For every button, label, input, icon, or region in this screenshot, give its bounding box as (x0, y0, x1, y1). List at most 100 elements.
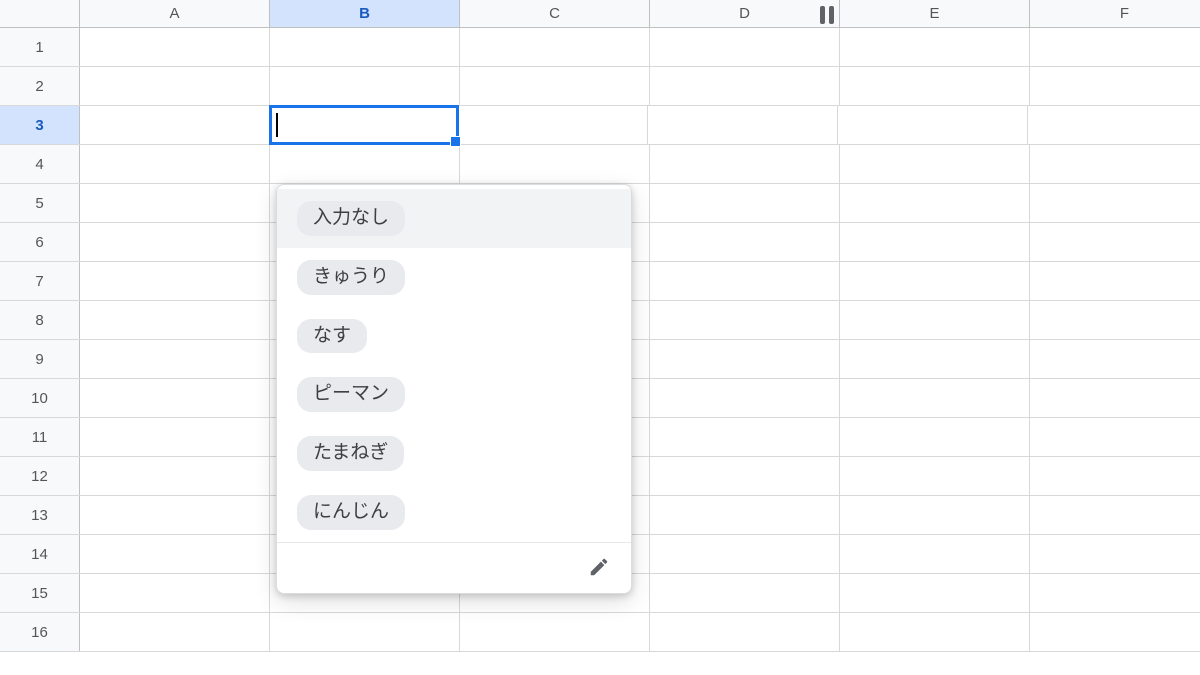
cell-E8[interactable] (840, 301, 1030, 339)
row-header[interactable]: 6 (0, 223, 80, 261)
cell-E3[interactable] (838, 106, 1028, 144)
col-header-C[interactable]: C (460, 0, 650, 27)
cell-D3[interactable] (648, 106, 838, 144)
col-header-F[interactable]: F (1030, 0, 1200, 27)
cell-D7[interactable] (650, 262, 840, 300)
cell-A5[interactable] (80, 184, 270, 222)
cell-A14[interactable] (80, 535, 270, 573)
cell-A13[interactable] (80, 496, 270, 534)
cell-D12[interactable] (650, 457, 840, 495)
row-header[interactable]: 13 (0, 496, 80, 534)
cell-E15[interactable] (840, 574, 1030, 612)
row-header[interactable]: 14 (0, 535, 80, 573)
cell-F15[interactable] (1030, 574, 1200, 612)
cell-F5[interactable] (1030, 184, 1200, 222)
col-header-E[interactable]: E (840, 0, 1030, 27)
row-header[interactable]: 4 (0, 145, 80, 183)
cell-A8[interactable] (80, 301, 270, 339)
cell-B1[interactable] (270, 28, 460, 66)
cell-D13[interactable] (650, 496, 840, 534)
cell-E5[interactable] (840, 184, 1030, 222)
dropdown-option-3[interactable]: ピーマン (277, 365, 631, 424)
cell-F4[interactable] (1030, 145, 1200, 183)
cell-D11[interactable] (650, 418, 840, 456)
cell-F12[interactable] (1030, 457, 1200, 495)
col-header-A[interactable]: A (80, 0, 270, 27)
cell-B2[interactable] (270, 67, 460, 105)
cell-A9[interactable] (80, 340, 270, 378)
cell-D2[interactable] (650, 67, 840, 105)
cell-E14[interactable] (840, 535, 1030, 573)
cell-F11[interactable] (1030, 418, 1200, 456)
cell-F2[interactable] (1030, 67, 1200, 105)
cell-B16[interactable] (270, 613, 460, 651)
cell-D9[interactable] (650, 340, 840, 378)
cell-C1[interactable] (460, 28, 650, 66)
cell-F3[interactable] (1028, 106, 1200, 144)
cell-B3-selected[interactable] (269, 105, 459, 145)
dropdown-option-2[interactable]: なす (277, 307, 631, 366)
cell-E9[interactable] (840, 340, 1030, 378)
select-all-corner[interactable] (0, 0, 80, 27)
row-header[interactable]: 11 (0, 418, 80, 456)
cell-D4[interactable] (650, 145, 840, 183)
edit-validation-button[interactable] (585, 553, 613, 581)
cell-E11[interactable] (840, 418, 1030, 456)
cell-A16[interactable] (80, 613, 270, 651)
cell-F7[interactable] (1030, 262, 1200, 300)
cell-E6[interactable] (840, 223, 1030, 261)
cell-A2[interactable] (80, 67, 270, 105)
cell-C3[interactable] (458, 106, 648, 144)
cell-A11[interactable] (80, 418, 270, 456)
col-header-D[interactable]: D (650, 0, 840, 27)
cell-E4[interactable] (840, 145, 1030, 183)
cell-E13[interactable] (840, 496, 1030, 534)
cell-D10[interactable] (650, 379, 840, 417)
cell-D16[interactable] (650, 613, 840, 651)
cell-D15[interactable] (650, 574, 840, 612)
freeze-handle-icon[interactable] (820, 6, 825, 24)
cell-A6[interactable] (80, 223, 270, 261)
cell-D6[interactable] (650, 223, 840, 261)
cell-E2[interactable] (840, 67, 1030, 105)
cell-E12[interactable] (840, 457, 1030, 495)
cell-A1[interactable] (80, 28, 270, 66)
col-header-B[interactable]: B (270, 0, 460, 27)
dropdown-option-5[interactable]: にんじん (277, 483, 631, 542)
cell-D1[interactable] (650, 28, 840, 66)
cell-E1[interactable] (840, 28, 1030, 66)
row-header[interactable]: 1 (0, 28, 80, 66)
cell-A15[interactable] (80, 574, 270, 612)
row-header[interactable]: 8 (0, 301, 80, 339)
row-header[interactable]: 2 (0, 67, 80, 105)
cell-A12[interactable] (80, 457, 270, 495)
dropdown-option-1[interactable]: きゅうり (277, 248, 631, 307)
cell-A4[interactable] (80, 145, 270, 183)
row-header[interactable]: 5 (0, 184, 80, 222)
cell-D5[interactable] (650, 184, 840, 222)
cell-D14[interactable] (650, 535, 840, 573)
cell-F6[interactable] (1030, 223, 1200, 261)
cell-A7[interactable] (80, 262, 270, 300)
cell-F16[interactable] (1030, 613, 1200, 651)
cell-C16[interactable] (460, 613, 650, 651)
cell-A3[interactable] (80, 106, 270, 144)
row-header[interactable]: 7 (0, 262, 80, 300)
cell-A10[interactable] (80, 379, 270, 417)
cell-E7[interactable] (840, 262, 1030, 300)
cell-E16[interactable] (840, 613, 1030, 651)
cell-F8[interactable] (1030, 301, 1200, 339)
dropdown-option-4[interactable]: たまねぎ (277, 424, 631, 483)
row-header[interactable]: 12 (0, 457, 80, 495)
row-header[interactable]: 9 (0, 340, 80, 378)
cell-F14[interactable] (1030, 535, 1200, 573)
cell-F10[interactable] (1030, 379, 1200, 417)
cell-E10[interactable] (840, 379, 1030, 417)
cell-C4[interactable] (460, 145, 650, 183)
row-header[interactable]: 15 (0, 574, 80, 612)
row-header[interactable]: 3 (0, 106, 80, 144)
cell-F13[interactable] (1030, 496, 1200, 534)
cell-D8[interactable] (650, 301, 840, 339)
cell-B4[interactable] (270, 145, 460, 183)
cell-F1[interactable] (1030, 28, 1200, 66)
